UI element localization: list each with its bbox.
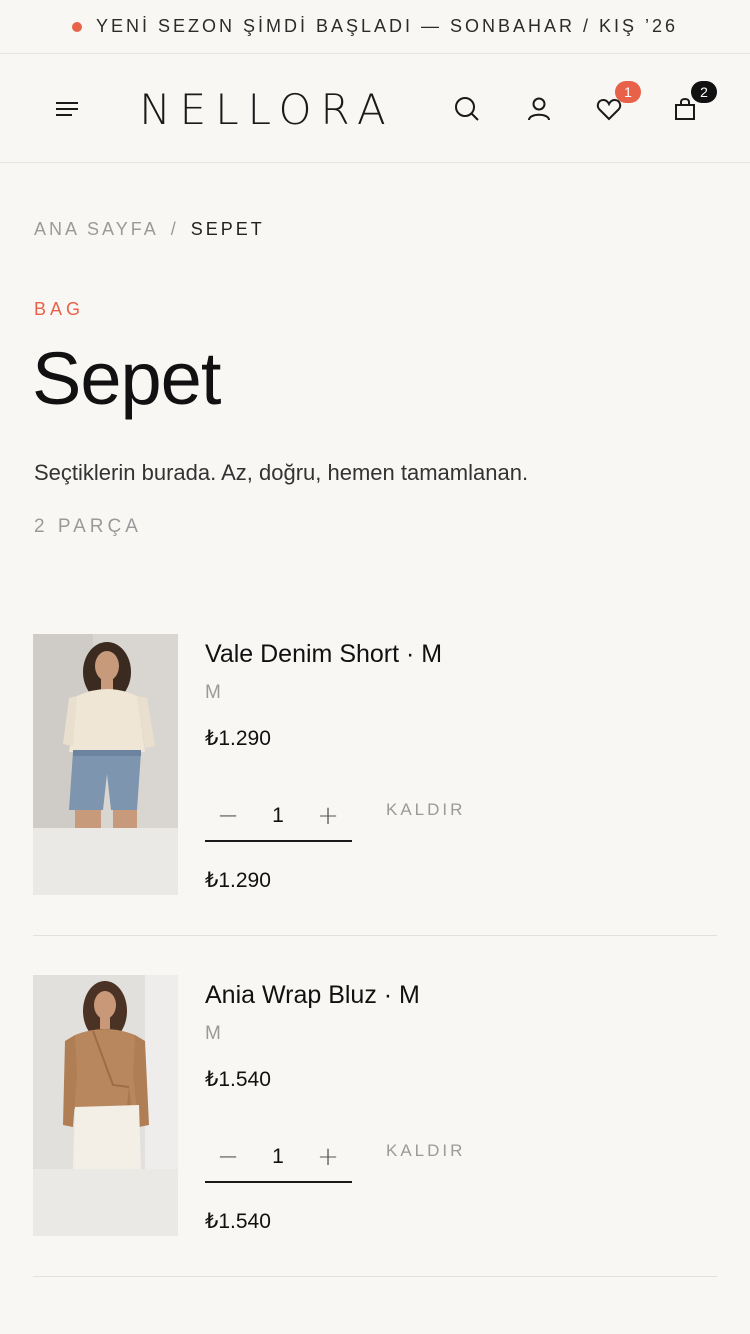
breadcrumb-separator: / bbox=[170, 219, 179, 239]
announcement-dot bbox=[71, 21, 82, 32]
product-image[interactable] bbox=[33, 634, 178, 895]
quantity-stepper: − 1 + bbox=[205, 1133, 352, 1183]
item-price: ₺1.540 bbox=[205, 1068, 271, 1091]
item-name[interactable]: Ania Wrap Bluz · M bbox=[205, 981, 420, 1010]
search-button[interactable] bbox=[449, 91, 485, 127]
item-size: M bbox=[205, 1023, 221, 1044]
page-eyebrow: BAG bbox=[34, 299, 85, 319]
bag-count-badge: 2 bbox=[691, 81, 717, 103]
cart-item: Ania Wrap Bluz · M M ₺1.540 − 1 + KALDIR… bbox=[33, 975, 717, 1277]
wishlist-count-badge: 1 bbox=[615, 81, 641, 103]
item-total: ₺1.290 bbox=[205, 869, 271, 892]
page-subtitle: Seçtiklerin burada. Az, doğru, hemen tam… bbox=[34, 460, 529, 485]
wishlist-button[interactable]: 1 bbox=[591, 81, 641, 127]
product-image[interactable] bbox=[33, 975, 178, 1236]
item-size: M bbox=[205, 682, 221, 703]
bag-button[interactable]: 2 bbox=[667, 81, 717, 127]
item-name[interactable]: Vale Denim Short · M bbox=[205, 640, 442, 669]
breadcrumb-home-link[interactable]: ANA SAYFA bbox=[34, 219, 159, 239]
product-photo-wrap-blouse bbox=[33, 975, 178, 1169]
announcement-text: YENİ SEZON ŞİMDİ BAŞLADI — SONBAHAR / KI… bbox=[95, 16, 679, 36]
increase-quantity-button[interactable]: + bbox=[310, 1139, 346, 1175]
quantity-value: 1 bbox=[272, 804, 284, 827]
increase-quantity-button[interactable]: + bbox=[310, 798, 346, 834]
search-icon bbox=[455, 97, 479, 121]
remove-item-button[interactable]: KALDIR bbox=[386, 800, 465, 820]
breadcrumb-current: SEPET bbox=[190, 219, 265, 239]
announcement-bar: YENİ SEZON ŞİMDİ BAŞLADI — SONBAHAR / KI… bbox=[0, 0, 750, 54]
remove-item-button[interactable]: KALDIR bbox=[386, 1141, 465, 1161]
site-header: NELLORA 1 2 bbox=[0, 55, 750, 163]
quantity-stepper: − 1 + bbox=[205, 792, 352, 842]
item-price: ₺1.290 bbox=[205, 727, 271, 750]
product-photo-denim-short bbox=[33, 634, 178, 828]
item-total: ₺1.540 bbox=[205, 1210, 271, 1233]
account-button[interactable] bbox=[521, 91, 557, 127]
user-icon bbox=[528, 97, 550, 121]
brand-logo[interactable]: NELLORA bbox=[132, 83, 402, 135]
quantity-value: 1 bbox=[272, 1145, 284, 1168]
decrease-quantity-button[interactable]: − bbox=[210, 798, 246, 834]
decrease-quantity-button[interactable]: − bbox=[210, 1139, 246, 1175]
item-count: 2 PARÇA bbox=[34, 516, 142, 537]
page-title: Sepet bbox=[32, 337, 221, 420]
menu-icon bbox=[56, 102, 78, 116]
menu-button[interactable] bbox=[49, 91, 85, 127]
breadcrumb: ANA SAYFA / SEPET bbox=[34, 219, 265, 240]
cart-item: Vale Denim Short · M M ₺1.290 − 1 + KALD… bbox=[33, 634, 717, 936]
